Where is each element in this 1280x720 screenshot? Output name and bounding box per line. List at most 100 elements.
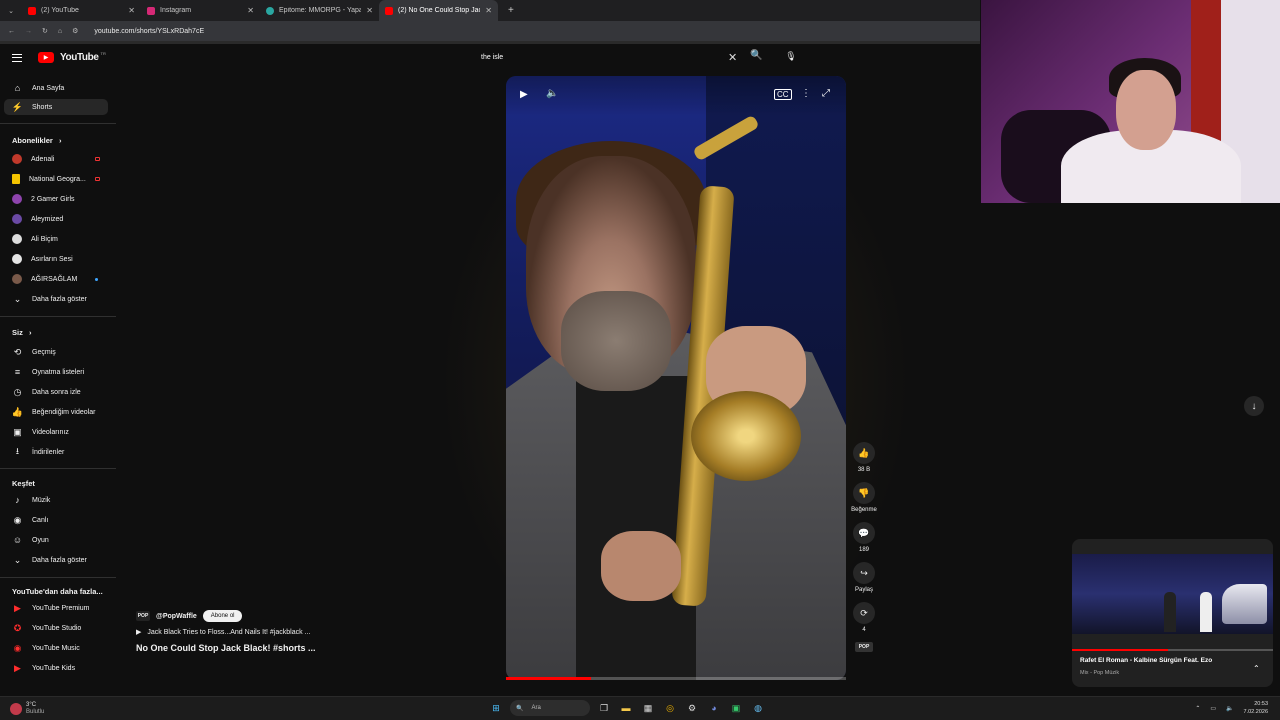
miniplayer-subtitle: Mix - Pop Müzik	[1080, 670, 1120, 676]
close-tab-icon[interactable]: ✕	[247, 6, 254, 15]
video-title[interactable]: No One Could Stop Jack Black! #shorts ..…	[136, 643, 436, 653]
channel-avatar[interactable]: POP	[136, 611, 150, 621]
subscribe-button[interactable]: Abone ol	[202, 610, 243, 622]
tab-instagram[interactable]: Instagram ✕	[141, 0, 260, 21]
close-tab-icon[interactable]: ✕	[128, 6, 135, 15]
sidebar-item-premium[interactable]: ▶ YouTube Premium	[4, 600, 108, 616]
shorts-video-player[interactable]: ▶ 🔈 CC ⋮ ⤢	[506, 76, 846, 680]
weather-widget[interactable]: 3°C Bulutlu	[10, 702, 44, 716]
sidebar-item-music[interactable]: ♪ Müzik	[4, 492, 108, 508]
sidebar-item-downloads[interactable]: ⭳ İndirilenler	[4, 444, 108, 460]
sidebar-item-studio[interactable]: ✪ YouTube Studio	[4, 620, 108, 636]
miniplayer-progress[interactable]	[1072, 649, 1273, 651]
you-header[interactable]: Siz ›	[12, 328, 31, 337]
explore-header: Keşfet	[12, 479, 35, 488]
chevron-up-icon[interactable]: ⌃	[1195, 705, 1200, 712]
sidebar-item-history[interactable]: ⟲ Geçmiş	[4, 344, 108, 360]
miniplayer-title[interactable]: Rafet El Roman - Kalbine Sürgün Feat. Ez…	[1080, 657, 1212, 664]
new-tab-button[interactable]: +	[498, 5, 514, 16]
system-clock[interactable]: 20:53 7.02.2026	[1244, 700, 1268, 716]
microphone-icon[interactable]: 🎙	[783, 48, 799, 64]
shorts-icon: ⚡	[11, 101, 24, 112]
site-info-icon[interactable]: ⚙	[72, 27, 78, 35]
close-tab-icon[interactable]: ✕	[366, 6, 373, 15]
video-figure-hand	[601, 531, 681, 601]
sidebar-item-sub[interactable]: Aleymized	[4, 211, 108, 227]
forward-icon[interactable]: →	[25, 28, 32, 35]
more-from-youtube-header: YouTube'dan daha fazla...	[12, 587, 103, 596]
channel-name[interactable]: @PopWaffle	[156, 613, 197, 620]
back-icon[interactable]: ←	[8, 28, 15, 35]
clear-search-icon[interactable]: ✕	[728, 51, 737, 64]
channel-avatar	[12, 174, 20, 184]
sidebar-item-sub[interactable]: Asırların Sesi	[4, 251, 108, 267]
dislike-button[interactable]: 👎	[853, 482, 875, 504]
play-icon[interactable]: ▶	[520, 89, 528, 100]
sidebar-item-sub[interactable]: National Geogra...	[4, 171, 108, 187]
sidebar-item-live[interactable]: ◉ Canlı	[4, 512, 108, 528]
audio-track[interactable]: ▶ Jack Black Tries to Floss...And Nails …	[136, 628, 436, 637]
youtube-premium-icon: ▶	[14, 602, 21, 613]
sidebar-item-sub[interactable]: Ali Biçim	[4, 231, 108, 247]
steam-icon[interactable]: ◍	[750, 700, 766, 716]
captions-icon[interactable]: CC	[774, 89, 792, 100]
store-icon[interactable]: ▦	[640, 700, 656, 716]
show-more-explore[interactable]: ⌄ Daha fazla göster	[4, 552, 108, 568]
video-progress-bar[interactable]	[506, 677, 846, 680]
search-icon[interactable]: 🔍	[750, 50, 762, 61]
chevron-right-icon: ›	[58, 136, 62, 145]
miniplayer-thumbnail[interactable]	[1072, 554, 1273, 634]
close-tab-icon[interactable]: ✕	[485, 6, 492, 15]
url-field[interactable]: youtube.com/shorts/YSLxRDah7cE	[94, 28, 204, 35]
reload-icon[interactable]: ↻	[42, 27, 48, 35]
chevron-up-icon[interactable]: ⌃	[1253, 664, 1260, 673]
volume-icon[interactable]: 🔈	[546, 88, 558, 99]
youtube-logo[interactable]: ▶ YouTube TR	[12, 51, 106, 63]
fullscreen-icon[interactable]: ⤢	[822, 88, 830, 99]
sidebar-item-kids[interactable]: ▶ YouTube Kids	[4, 660, 108, 676]
discord-icon[interactable]: ◕	[706, 700, 722, 716]
tab-menu-icon[interactable]: ⌄	[0, 7, 22, 15]
sidebar-item-watch-later[interactable]: ◷ Daha sonra izle	[4, 384, 108, 400]
remix-icon: ⟳	[860, 607, 868, 618]
windows-start-icon[interactable]: ⊞	[488, 700, 504, 716]
subscriptions-header[interactable]: Abonelikler ›	[12, 136, 61, 145]
sidebar-item-playlists[interactable]: ≡ Oynatma listeleri	[4, 364, 108, 380]
tab-epitome[interactable]: Epitome: MMORPG - Yapay Zek ✕	[260, 0, 379, 21]
next-short-button[interactable]: ↓	[1244, 396, 1264, 416]
sidebar-item-shorts[interactable]: ⚡ Shorts	[4, 99, 108, 115]
settings-icon[interactable]: ⚙	[684, 700, 700, 716]
show-more-subs[interactable]: ⌄ Daha fazla göster	[4, 291, 108, 307]
youtube-favicon-icon	[28, 6, 36, 15]
chrome-icon[interactable]: ◎	[662, 700, 678, 716]
volume-icon[interactable]: 🔈	[1226, 705, 1233, 712]
sidebar-item-your-videos[interactable]: ▣ Videolarınız	[4, 424, 108, 440]
webcam-overlay	[981, 0, 1280, 203]
sidebar-item-liked[interactable]: 👍 Beğendiğim videolar	[4, 404, 108, 420]
comments-button[interactable]: 💬	[853, 522, 875, 544]
like-button[interactable]: 👍	[853, 442, 875, 464]
app-icon[interactable]: ▣	[728, 700, 744, 716]
sidebar-item-music-app[interactable]: ◉ YouTube Music	[4, 640, 108, 656]
sidebar-item-sub[interactable]: 2 Gamer Girls	[4, 191, 108, 207]
tab-youtube[interactable]: (2) YouTube ✕	[22, 0, 141, 21]
miniplayer[interactable]: Rafet El Roman - Kalbine Sürgün Feat. Ez…	[1072, 539, 1273, 687]
share-button[interactable]: ↪	[853, 562, 875, 584]
task-view-icon[interactable]: ❐	[596, 700, 612, 716]
remix-button[interactable]: ⟳	[853, 602, 875, 624]
thumbs-up-icon: 👍	[858, 447, 870, 458]
sidebar-item-sub[interactable]: Adenali	[4, 151, 108, 167]
sidebar-item-home[interactable]: ⌂ Ana Sayfa	[4, 80, 108, 96]
youtube-music-icon: ◉	[13, 642, 22, 653]
tab-shorts-active[interactable]: (2) No One Could Stop Jack Bl ✕	[379, 0, 498, 21]
menu-icon[interactable]	[12, 53, 22, 62]
channel-badge-button[interactable]: POP	[855, 642, 873, 652]
sidebar-item-gaming[interactable]: ☺ Oyun	[4, 532, 108, 548]
search-input[interactable]: the isle	[473, 47, 748, 68]
file-explorer-icon[interactable]: ▬	[618, 700, 634, 716]
network-icon[interactable]: ▭	[1210, 705, 1216, 712]
taskbar-search[interactable]: 🔍 Ara	[510, 700, 590, 716]
more-options-icon[interactable]: ⋮	[801, 88, 811, 99]
sidebar-item-sub[interactable]: AĞIRSAĞLAM	[4, 271, 108, 287]
home-icon[interactable]: ⌂	[58, 28, 62, 35]
